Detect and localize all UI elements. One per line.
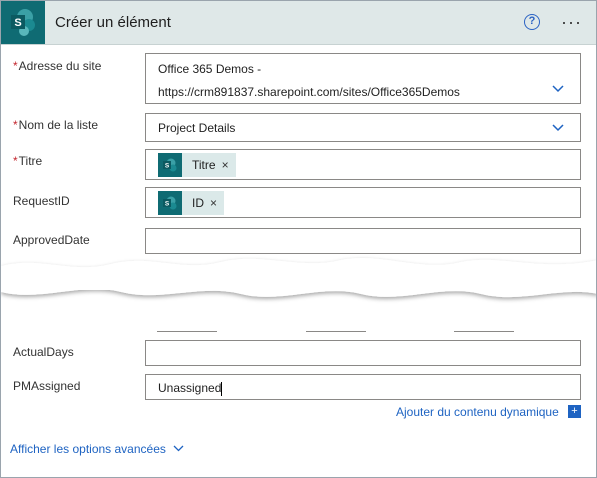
list-name-value: Project Details — [158, 121, 236, 135]
required-marker: * — [13, 154, 18, 168]
card-header[interactable]: S Créer un élément ? ··· — [1, 1, 596, 45]
token-label: Titre — [192, 158, 216, 172]
list-name-dropdown[interactable]: Project Details — [145, 113, 581, 142]
more-options-icon[interactable]: ··· — [561, 12, 582, 33]
show-advanced-options-link[interactable]: Afficher les options avancées — [10, 442, 166, 456]
create-item-card: S Créer un élément ? ··· *Adresse du sit… — [0, 0, 597, 478]
divider — [306, 331, 366, 332]
site-address-dropdown[interactable]: Office 365 Demos - https://crm891837.sha… — [145, 53, 581, 104]
actualdays-label: ActualDays — [13, 345, 74, 359]
site-address-value-line2: https://crm891837.sharepoint.com/sites/O… — [158, 85, 460, 99]
list-name-label: *Nom de la liste — [13, 118, 98, 132]
pmassigned-value: Unassigned — [158, 381, 222, 395]
dynamic-token-id[interactable]: S ID × — [158, 191, 225, 215]
remove-token-icon[interactable]: × — [222, 158, 229, 172]
titre-input[interactable]: S Titre × — [145, 149, 581, 180]
sharepoint-logo-icon: S — [158, 153, 182, 177]
help-icon[interactable]: ? — [524, 14, 540, 30]
required-marker: * — [13, 118, 18, 132]
divider — [454, 331, 514, 332]
divider — [157, 331, 217, 332]
token-label: ID — [192, 196, 204, 210]
requestid-label: RequestID — [13, 194, 70, 208]
add-dynamic-content-plus-icon[interactable]: + — [568, 405, 581, 418]
pmassigned-label: PMAssigned — [13, 379, 81, 393]
titre-label: *Titre — [13, 154, 42, 168]
chevron-down-icon[interactable] — [552, 85, 564, 93]
site-address-value-line1: Office 365 Demos - — [158, 62, 262, 76]
pmassigned-value-wrap: Unassigned — [158, 381, 223, 396]
chevron-down-icon[interactable] — [173, 445, 184, 452]
site-address-label-text: Adresse du site — [18, 59, 102, 73]
chevron-down-icon[interactable] — [552, 124, 564, 132]
required-marker: * — [13, 59, 18, 73]
sharepoint-logo-icon-graphic: S — [11, 9, 35, 36]
svg-text:S: S — [14, 17, 21, 29]
dynamic-token-titre[interactable]: S Titre × — [158, 153, 236, 177]
add-dynamic-content-link[interactable]: Ajouter du contenu dynamique — [396, 405, 559, 419]
site-address-label: *Adresse du site — [13, 59, 101, 73]
requestid-input[interactable]: S ID × — [145, 187, 581, 218]
remove-token-icon[interactable]: × — [210, 196, 217, 210]
svg-text:S: S — [165, 163, 170, 170]
sharepoint-logo-icon: S — [158, 191, 182, 215]
card-title: Créer un élément — [55, 14, 171, 31]
sharepoint-logo-icon: S — [1, 1, 45, 44]
titre-label-text: Titre — [18, 154, 43, 168]
torn-edge-divider — [1, 258, 596, 298]
pmassigned-input[interactable]: Unassigned — [145, 374, 581, 400]
actualdays-input[interactable] — [145, 340, 581, 366]
approveddate-label: ApprovedDate — [13, 233, 90, 247]
svg-text:S: S — [165, 201, 170, 208]
text-cursor — [221, 381, 223, 396]
list-name-label-text: Nom de la liste — [18, 118, 99, 132]
